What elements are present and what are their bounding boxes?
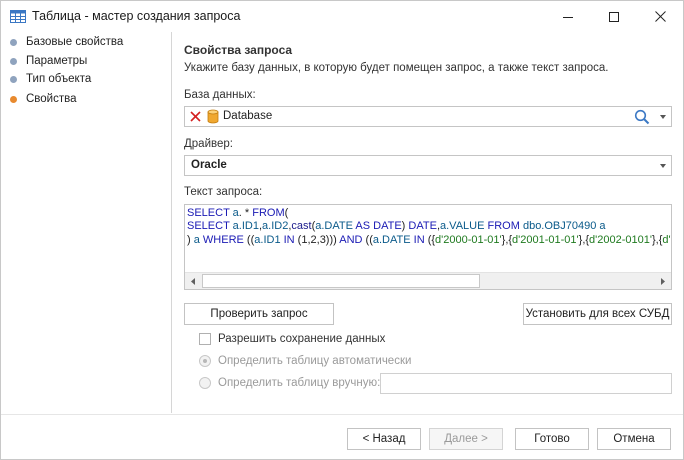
set-all-dbms-button[interactable]: Установить для всех СУБД [523, 303, 672, 325]
radio-manual-table[interactable]: Определить таблицу вручную: [199, 377, 380, 389]
allow-save-label: Разрешить сохранение данных [218, 333, 386, 345]
database-value: Database [223, 110, 273, 122]
driver-select[interactable]: Oracle [184, 155, 672, 176]
chevron-right-icon [661, 277, 665, 285]
step-label: Тип объекта [26, 73, 92, 85]
search-icon[interactable] [634, 109, 650, 125]
query-editor[interactable]: SELECT a. * FROM( SELECT a.ID1,a.ID2,cas… [184, 204, 672, 290]
finish-button[interactable]: Готово [515, 428, 589, 450]
manual-table-input[interactable] [380, 373, 672, 394]
driver-label: Драйвер: [184, 138, 233, 150]
database-icon [207, 109, 219, 124]
step-dot-icon [10, 38, 17, 46]
wizard-window: Таблица - мастер создания запроса Базовы… [0, 0, 684, 460]
radio-auto-label: Определить таблицу автоматически [218, 355, 412, 367]
step-properties[interactable]: Свойства [10, 91, 77, 107]
radio-manual-label: Определить таблицу вручную: [218, 377, 381, 389]
chevron-down-icon[interactable] [660, 115, 666, 119]
query-code: SELECT a. * FROM( SELECT a.ID1,a.ID2,cas… [187, 207, 671, 247]
driver-value: Oracle [191, 159, 227, 171]
window-title: Таблица - мастер создания запроса [32, 9, 241, 23]
back-button[interactable]: < Назад [347, 428, 421, 450]
horizontal-scrollbar[interactable] [185, 272, 671, 289]
footer-divider [1, 414, 683, 415]
section-description: Укажите базу данных, в которую будет пом… [184, 62, 609, 74]
scroll-left-button[interactable] [185, 273, 202, 289]
title-bar: Таблица - мастер создания запроса [1, 1, 683, 32]
step-object-type[interactable]: Тип объекта [10, 71, 91, 87]
scroll-thumb[interactable] [202, 274, 480, 288]
close-icon [654, 11, 666, 22]
minimize-button[interactable] [545, 1, 591, 32]
table-icon [10, 10, 26, 23]
chevron-down-icon[interactable] [660, 164, 666, 168]
section-title: Свойства запроса [184, 43, 293, 57]
step-label: Базовые свойства [26, 36, 124, 48]
check-query-button[interactable]: Проверить запрос [184, 303, 334, 325]
step-base-properties[interactable]: Базовые свойства [10, 34, 123, 50]
maximize-icon [609, 11, 619, 22]
allow-save-checkbox[interactable]: Разрешить сохранение данных [199, 333, 385, 345]
maximize-button[interactable] [591, 1, 637, 32]
query-line: ) a WHERE ((a.ID1 IN (1,2,3))) AND ((a.D… [187, 233, 671, 246]
minimize-icon [563, 16, 573, 18]
scroll-right-button[interactable] [654, 273, 671, 289]
step-dot-icon [10, 95, 17, 103]
step-dot-icon [10, 57, 17, 65]
database-label: База данных: [184, 89, 256, 101]
cancel-button[interactable]: Отмена [597, 428, 671, 450]
close-button[interactable] [637, 1, 683, 32]
radio-unselected-icon[interactable] [199, 377, 211, 389]
query-text-label: Текст запроса: [184, 186, 263, 198]
wizard-steps: Базовые свойства Параметры Тип объекта С… [1, 32, 171, 414]
step-parameters[interactable]: Параметры [10, 53, 87, 69]
query-line: SELECT a. * FROM( [187, 207, 289, 219]
checkbox-box[interactable] [199, 333, 211, 345]
query-line: SELECT a.ID1,a.ID2,cast(a.DATE AS DATE) … [187, 220, 606, 233]
step-dot-icon [10, 75, 17, 83]
step-label: Параметры [26, 55, 88, 67]
next-button[interactable]: Далее > [429, 428, 503, 450]
step-label: Свойства [26, 93, 77, 105]
radio-selected-icon[interactable] [199, 355, 211, 367]
chevron-left-icon [191, 277, 195, 285]
clear-icon[interactable] [190, 111, 201, 122]
database-combo[interactable]: Database [184, 106, 672, 127]
radio-auto-table[interactable]: Определить таблицу автоматически [199, 355, 411, 367]
properties-panel: Свойства запроса Укажите базу данных, в … [172, 32, 683, 414]
